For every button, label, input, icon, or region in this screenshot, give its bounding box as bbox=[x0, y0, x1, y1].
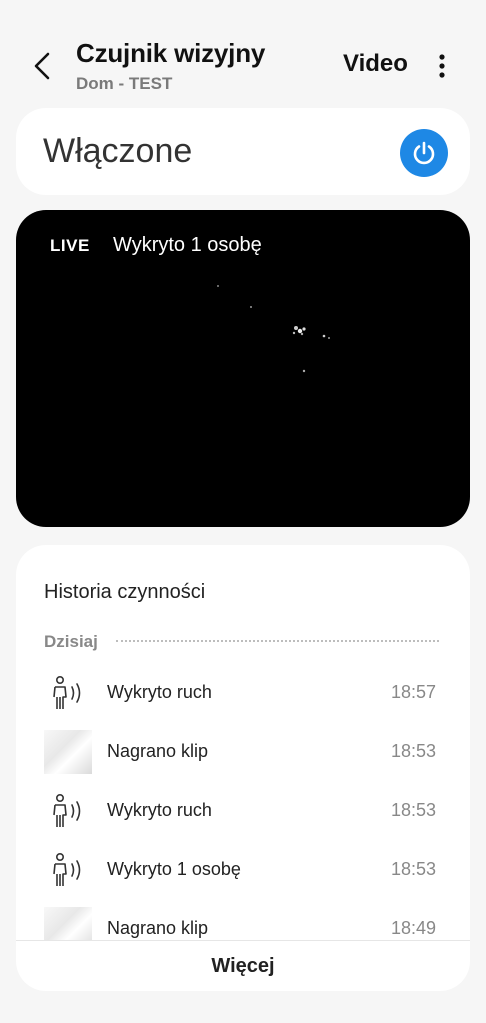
activity-history-card: Historia czynności Dzisiaj Wykryto ruch … bbox=[16, 545, 470, 991]
history-item-label: Wykryto ruch bbox=[107, 800, 212, 820]
power-icon bbox=[413, 141, 435, 165]
history-list: Wykryto ruch 18:57 Nagrano klip 18:53 Wy… bbox=[16, 663, 470, 941]
history-item[interactable]: Wykryto 1 osobę 18:53 bbox=[16, 840, 470, 899]
history-item[interactable]: Nagrano klip 18:53 bbox=[16, 722, 470, 781]
history-item-time: 18:53 bbox=[390, 800, 436, 820]
section-divider bbox=[116, 640, 439, 642]
page-title: Czujnik wizyjny bbox=[76, 38, 266, 68]
history-item-label: Wykryto ruch bbox=[107, 682, 212, 702]
clip-thumbnail bbox=[44, 907, 92, 941]
video-noise-dots bbox=[217, 285, 330, 373]
history-item[interactable]: Wykryto ruch 18:57 bbox=[16, 663, 470, 722]
back-button[interactable] bbox=[26, 46, 58, 86]
motion-person-icon bbox=[53, 675, 81, 709]
power-status-label: Włączone bbox=[43, 132, 193, 170]
history-item[interactable]: Nagrano klip 18:49 bbox=[16, 899, 470, 941]
history-item-label: Nagrano klip bbox=[107, 741, 209, 761]
history-item-label: Nagrano klip bbox=[107, 918, 209, 938]
motion-person-icon bbox=[53, 852, 81, 886]
location-subtitle: Dom - TEST bbox=[76, 74, 173, 93]
motion-person-icon bbox=[53, 793, 81, 827]
history-item-time: 18:53 bbox=[390, 859, 436, 879]
more-options-button[interactable] bbox=[428, 50, 456, 82]
power-toggle-button[interactable] bbox=[400, 129, 448, 177]
date-section-label: Dzisiaj bbox=[44, 632, 98, 651]
video-button[interactable]: Video bbox=[343, 50, 408, 78]
history-item[interactable]: Wykryto ruch 18:53 bbox=[16, 781, 470, 840]
live-video-view[interactable]: LIVE Wykryto 1 osobę bbox=[16, 210, 470, 527]
app-header: Czujnik wizyjny Dom - TEST Video bbox=[0, 0, 486, 108]
history-item-time: 18:49 bbox=[390, 918, 436, 938]
chevron-left-icon bbox=[34, 52, 50, 80]
clip-thumbnail bbox=[44, 730, 92, 774]
history-item-time: 18:53 bbox=[390, 741, 436, 761]
history-item-time: 18:57 bbox=[390, 682, 436, 702]
more-history-button[interactable]: Więcej bbox=[16, 940, 470, 991]
more-vertical-icon bbox=[439, 54, 445, 78]
history-title: Historia czynności bbox=[44, 581, 206, 603]
history-item-label: Wykryto 1 osobę bbox=[107, 859, 241, 879]
more-history-label: Więcej bbox=[211, 954, 275, 977]
power-status-card: Włączone bbox=[16, 108, 470, 195]
